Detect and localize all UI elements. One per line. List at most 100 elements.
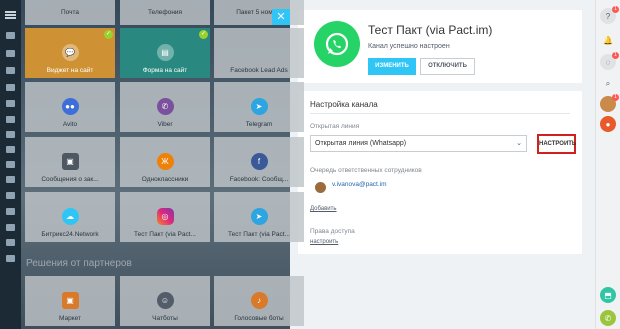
nav-icon-10[interactable]	[6, 176, 15, 183]
tile-label: Битрикс24.Network	[41, 231, 99, 238]
tile-mail[interactable]: Почта	[25, 0, 115, 25]
menu-icon[interactable]	[5, 11, 16, 19]
cloud-icon: ☁	[61, 208, 79, 225]
tile-label: Тест Пакт (via Pact...	[134, 231, 196, 238]
tile-label: Viber	[157, 121, 173, 128]
tile-label: Avito	[62, 121, 78, 128]
chat-icon: 💬	[61, 44, 79, 61]
open-line-select[interactable]: Открытая линия (Whatsapp) ⌄	[310, 135, 527, 152]
tile-label: Facebook: Сообщ...	[229, 176, 289, 183]
tile-label: Одноклассники	[141, 176, 189, 183]
channel-settings-card: Настройка канала Открытая линия Открытая…	[298, 91, 582, 254]
tile-pact-telegram[interactable]: ➤ Тест Пакт (via Pact...	[214, 192, 304, 242]
access-label: Права доступа	[310, 228, 355, 235]
open-line-label: Открытая линия	[310, 123, 360, 130]
tile-label: Telegram	[245, 121, 273, 128]
add-employee-link[interactable]: Добавить	[310, 206, 337, 212]
tile-viber[interactable]: ✆ Viber	[120, 82, 210, 132]
access-setup-link[interactable]: настроить	[310, 239, 338, 245]
queue-label: Очередь ответственных сотрудников	[310, 167, 422, 174]
partners-heading: Решения от партнеров	[26, 258, 132, 269]
open-lines-button[interactable]: ⬒	[600, 287, 616, 303]
channel-card: Тест Пакт (via Pact.im) Канал успешно на…	[298, 10, 582, 83]
tile-bitrix-network[interactable]: ☁ Битрикс24.Network	[25, 192, 115, 242]
help-button[interactable]: ? 1	[600, 6, 619, 24]
form-icon: ▤	[156, 44, 174, 61]
facebook-icon: f	[250, 153, 268, 170]
nav-icon-3[interactable]	[6, 67, 15, 74]
tile-widget[interactable]: ✓ 💬 Виджет на сайт	[25, 28, 115, 78]
chat-badge: 1	[612, 52, 619, 59]
divider	[310, 113, 570, 114]
tile-facebook-lead-ads[interactable]: Facebook Lead Ads	[214, 28, 304, 78]
chat-button[interactable]: ◌ 1	[600, 52, 619, 70]
setup-button[interactable]: НАСТРОИТЬ	[537, 134, 576, 154]
tile-label: Голосовые боты	[234, 315, 284, 322]
nav-icon-6[interactable]	[6, 116, 15, 123]
tile-pact-instagram[interactable]: ◎ Тест Пакт (via Pact...	[120, 192, 210, 242]
nav-icon-4[interactable]	[6, 84, 15, 91]
tile-label: Facebook Lead Ads	[230, 67, 288, 74]
change-button[interactable]: ИЗМЕНИТЬ	[368, 58, 416, 75]
phone-button[interactable]: ✆	[600, 310, 616, 326]
chatbot-icon: ☺	[156, 292, 174, 309]
tile-avito[interactable]: ●● Avito	[25, 82, 115, 132]
tile-form[interactable]: ✓ ▤ Форма на сайт	[120, 28, 210, 78]
market-icon: ▣	[61, 292, 79, 309]
left-nav	[0, 0, 21, 329]
telegram-icon: ➤	[250, 208, 268, 225]
whatsapp-icon	[314, 21, 360, 67]
viber-icon: ✆	[156, 98, 174, 115]
microphone-icon: ♪	[250, 292, 268, 309]
open-line-value: Открытая линия (Whatsapp)	[315, 140, 407, 147]
nav-icon-5[interactable]	[6, 100, 15, 107]
shop-icon: ▣	[61, 153, 79, 170]
nav-icon-11[interactable]	[6, 192, 15, 199]
tile-odnoklassniki[interactable]: Ж Одноклассники	[120, 137, 210, 187]
chevron-down-icon: ⌄	[516, 140, 522, 147]
tile-telephony[interactable]: Телефония	[120, 0, 210, 25]
help-badge: 1	[612, 6, 619, 13]
nav-icon-15[interactable]	[6, 255, 15, 262]
ok-icon: Ж	[156, 153, 174, 170]
tile-order-messages[interactable]: ▣ Сообщения о зак...	[25, 137, 115, 187]
tile-facebook-messages[interactable]: f Facebook: Сообщ...	[214, 137, 304, 187]
telegram-icon: ➤	[250, 98, 268, 115]
channel-status: Канал успешно настроен	[368, 43, 450, 50]
nav-icon-7[interactable]	[6, 131, 15, 138]
search-icon[interactable]: ⌕	[600, 76, 616, 92]
nav-icon-9[interactable]	[6, 161, 15, 168]
user-badge: 1	[612, 94, 619, 101]
check-icon: ✓	[104, 30, 113, 39]
tile-label: Форма на сайт	[142, 67, 188, 74]
avatar	[315, 182, 326, 193]
tile-market[interactable]: ▣ Маркет	[25, 276, 115, 326]
tile-voice-bots[interactable]: ♪ Голосовые боты	[214, 276, 304, 326]
nav-icon-2[interactable]	[6, 50, 15, 57]
tile-label: Чатботы	[152, 315, 178, 322]
bell-icon[interactable]: 🔔	[600, 32, 616, 48]
tile-label: Маркет	[58, 315, 81, 322]
right-toolbar: ? 1 🔔 ◌ 1 ⌕ 1 ● ⬒ ✆	[595, 0, 620, 329]
tile-chatbots[interactable]: ☺ Чатботы	[120, 276, 210, 326]
user-avatar[interactable]: 1	[600, 94, 619, 112]
close-slider-button[interactable]: ✕	[272, 9, 290, 25]
person-icon[interactable]: ●	[600, 116, 616, 132]
tile-telegram[interactable]: ➤ Telegram	[214, 82, 304, 132]
check-icon: ✓	[199, 30, 208, 39]
tile-label: Сообщения о зак...	[41, 176, 99, 183]
tile-package[interactable]: Пакет 5 номе...	[214, 0, 304, 25]
nav-icon-1[interactable]	[6, 32, 15, 39]
nav-icon-13[interactable]	[6, 224, 15, 231]
nav-icon-14[interactable]	[6, 239, 15, 246]
instagram-icon: ◎	[156, 208, 174, 225]
tile-label: Телефония	[147, 9, 183, 16]
channel-slider-panel: Тест Пакт (via Pact.im) Канал успешно на…	[290, 0, 595, 329]
tile-label: Тест Пакт (via Pact...	[228, 231, 290, 238]
queue-user-link[interactable]: v.ivanova@pact.im	[332, 181, 387, 188]
disable-button[interactable]: ОТКЛЮЧИТЬ	[420, 58, 475, 75]
nav-icon-8[interactable]	[6, 146, 15, 153]
nav-icon-12[interactable]	[6, 208, 15, 215]
tile-label: Виджет на сайт	[46, 67, 94, 74]
channel-title: Тест Пакт (via Pact.im)	[368, 23, 493, 37]
